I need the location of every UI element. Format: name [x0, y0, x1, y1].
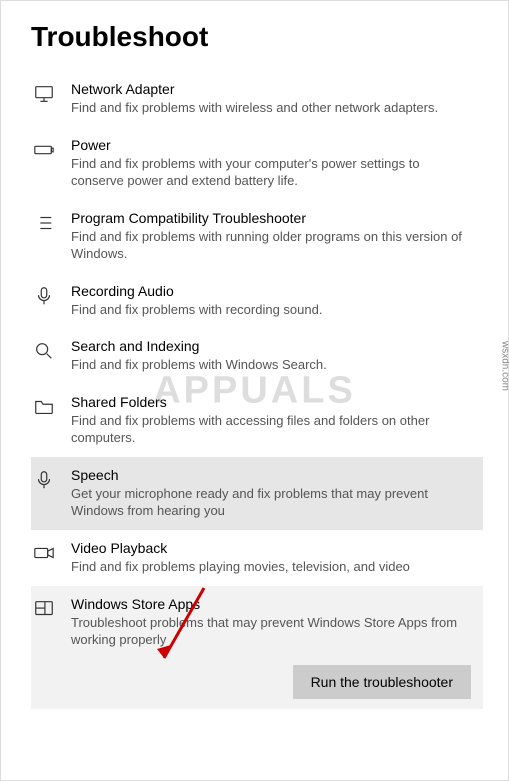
apps-icon	[31, 596, 57, 620]
troubleshooter-program-compatibility[interactable]: Program Compatibility Troubleshooter Fin…	[31, 200, 483, 273]
page-title: Troubleshoot	[31, 21, 483, 53]
microphone-icon	[31, 467, 57, 491]
microphone-icon	[31, 283, 57, 307]
list-icon	[31, 210, 57, 234]
item-title: Speech	[71, 467, 475, 483]
item-desc: Find and fix problems with running older…	[71, 228, 475, 263]
troubleshooter-recording-audio[interactable]: Recording Audio Find and fix problems wi…	[31, 273, 483, 329]
troubleshooter-video-playback[interactable]: Video Playback Find and fix problems pla…	[31, 530, 483, 586]
item-desc: Find and fix problems with wireless and …	[71, 99, 475, 117]
troubleshooter-power[interactable]: Power Find and fix problems with your co…	[31, 127, 483, 200]
item-title: Recording Audio	[71, 283, 475, 299]
battery-icon	[31, 137, 57, 161]
troubleshooter-windows-store-apps[interactable]: Windows Store Apps Troubleshoot problems…	[31, 586, 483, 659]
troubleshooter-speech[interactable]: Speech Get your microphone ready and fix…	[31, 457, 483, 530]
troubleshooter-network-adapter[interactable]: Network Adapter Find and fix problems wi…	[31, 71, 483, 127]
item-desc: Find and fix problems with your computer…	[71, 155, 475, 190]
folder-icon	[31, 394, 57, 418]
item-desc: Find and fix problems with accessing fil…	[71, 412, 475, 447]
video-icon	[31, 540, 57, 564]
item-title: Windows Store Apps	[71, 596, 475, 612]
action-row: Run the troubleshooter	[31, 659, 483, 709]
item-title: Shared Folders	[71, 394, 475, 410]
troubleshooter-shared-folders[interactable]: Shared Folders Find and fix problems wit…	[31, 384, 483, 457]
item-title: Power	[71, 137, 475, 153]
item-title: Network Adapter	[71, 81, 475, 97]
item-title: Search and Indexing	[71, 338, 475, 354]
item-title: Program Compatibility Troubleshooter	[71, 210, 475, 226]
item-desc: Get your microphone ready and fix proble…	[71, 485, 475, 520]
search-icon	[31, 338, 57, 362]
run-troubleshooter-button[interactable]: Run the troubleshooter	[293, 665, 471, 699]
item-desc: Find and fix problems with Windows Searc…	[71, 356, 475, 374]
item-title: Video Playback	[71, 540, 475, 556]
item-desc: Find and fix problems with recording sou…	[71, 301, 475, 319]
monitor-icon	[31, 81, 57, 105]
item-desc: Find and fix problems playing movies, te…	[71, 558, 475, 576]
troubleshooter-search-indexing[interactable]: Search and Indexing Find and fix problem…	[31, 328, 483, 384]
item-desc: Troubleshoot problems that may prevent W…	[71, 614, 475, 649]
source-text: wsxdn.com	[500, 340, 509, 390]
